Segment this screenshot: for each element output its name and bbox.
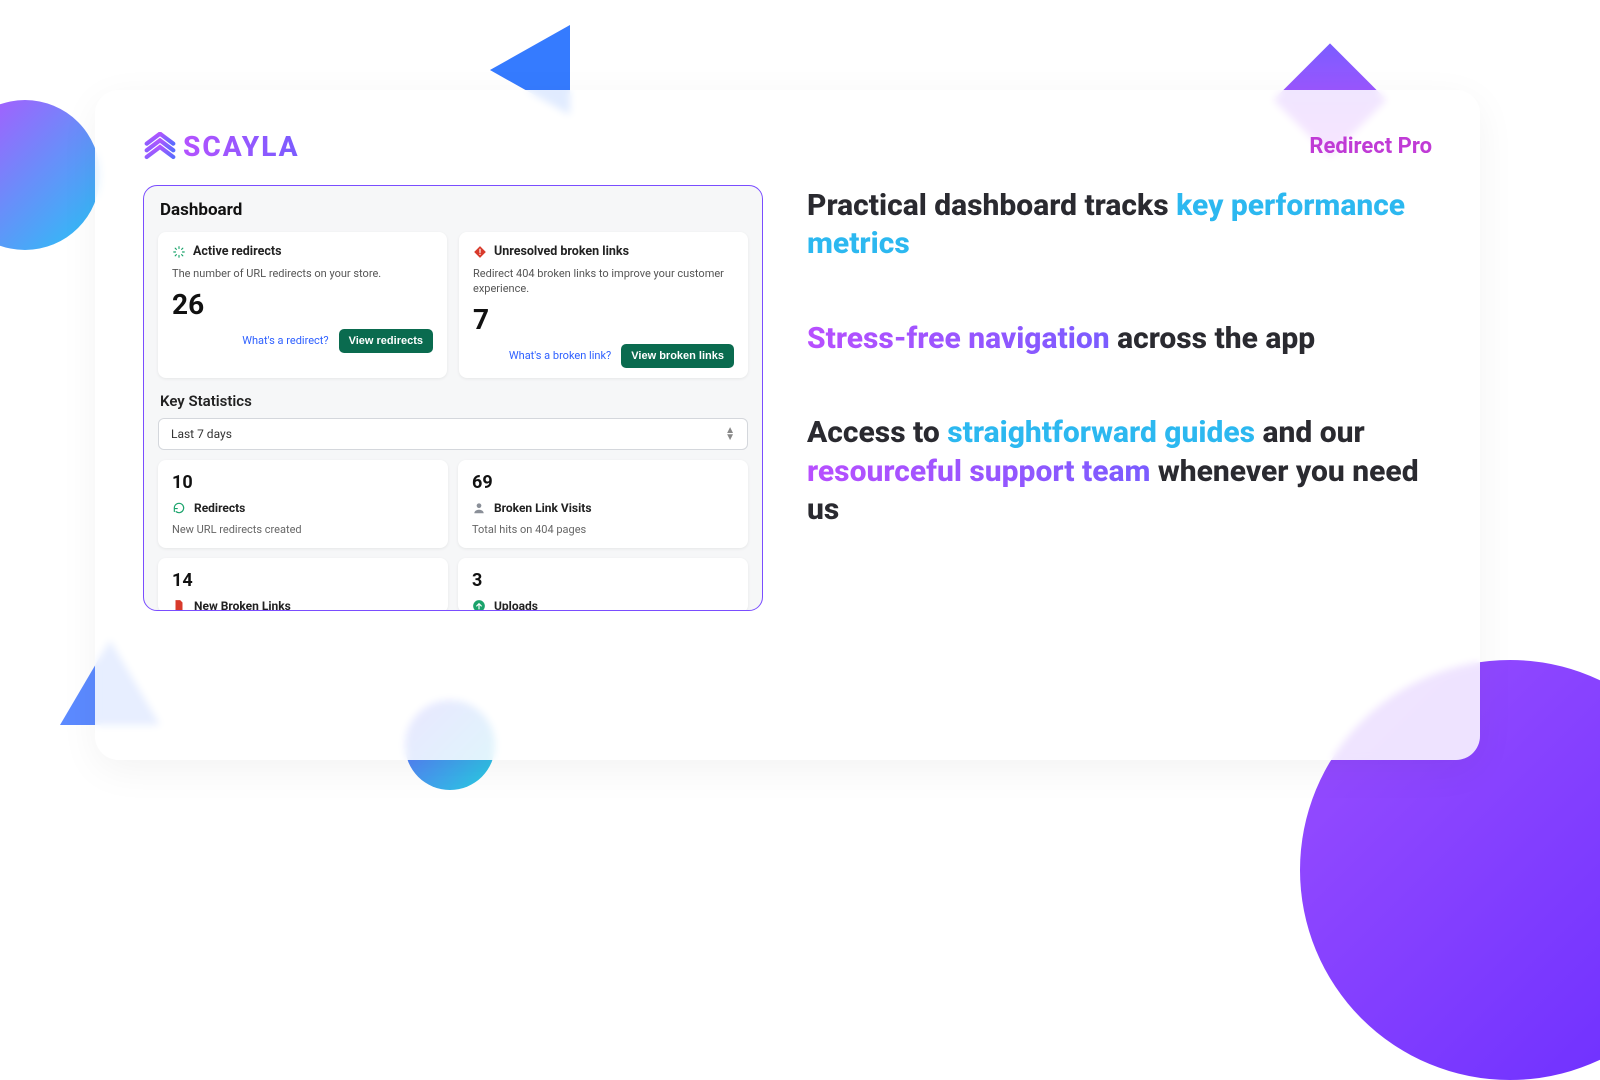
stat-card-broken-visits: 69 Broken Link Visits Total hits on 404 … xyxy=(458,460,748,548)
copy-highlight: resourceful support team xyxy=(807,454,1150,489)
view-broken-links-button[interactable]: View broken links xyxy=(621,344,734,368)
stat-sub: Total hits on 404 pages xyxy=(472,523,734,536)
stat-label: New Broken Links xyxy=(194,599,291,611)
view-redirects-button[interactable]: View redirects xyxy=(339,329,433,353)
upload-icon xyxy=(472,599,486,611)
dashboard-title: Dashboard xyxy=(160,200,748,220)
stat-value: 3 xyxy=(472,570,734,591)
copy-line-1: Practical dashboard tracks key performan… xyxy=(807,187,1432,264)
card-title: Active redirects xyxy=(193,244,282,259)
copy-column: Practical dashboard tracks key performan… xyxy=(807,185,1432,611)
brand-name: SCAYLA xyxy=(183,130,300,163)
copy-text: Access to xyxy=(807,415,947,450)
card-broken-links: Unresolved broken links Redirect 404 bro… xyxy=(459,232,748,378)
dashboard-preview: Dashboard Active redirects The number of xyxy=(143,185,763,611)
copy-text: Practical dashboard tracks xyxy=(807,188,1176,223)
file-icon xyxy=(172,599,186,611)
main-panel: SCAYLA Redirect Pro Dashboard xyxy=(95,90,1480,760)
brand-logo: SCAYLA xyxy=(143,130,300,163)
refresh-icon xyxy=(172,501,186,515)
date-range-selector[interactable]: Last 7 days ▲▼ xyxy=(158,418,748,450)
copy-line-2: Stress-free navigation across the app xyxy=(807,320,1432,358)
content-row: Dashboard Active redirects The number of xyxy=(143,185,1432,611)
stat-value: 10 xyxy=(172,472,434,493)
copy-text: across the app xyxy=(1110,321,1316,356)
stat-label: Redirects xyxy=(194,501,245,515)
card-desc: The number of URL redirects on your stor… xyxy=(172,267,433,282)
copy-highlight: Stress-free navigation xyxy=(807,321,1110,356)
card-title: Unresolved broken links xyxy=(494,244,629,259)
stat-grid: 10 Redirects New URL redirects created 6… xyxy=(158,460,748,611)
stat-label: Broken Link Visits xyxy=(494,501,592,515)
card-desc: Redirect 404 broken links to improve you… xyxy=(473,267,734,297)
stat-sub: New URL redirects created xyxy=(172,523,434,536)
stat-value: 14 xyxy=(172,570,434,591)
stat-label: Uploads xyxy=(494,599,538,611)
warning-icon xyxy=(473,245,487,259)
user-icon xyxy=(472,501,486,515)
stat-card-redirects: 10 Redirects New URL redirects created xyxy=(158,460,448,548)
card-value: 26 xyxy=(172,288,433,321)
product-name: Redirect Pro xyxy=(1309,134,1432,159)
stat-card-uploads: 3 Uploads xyxy=(458,558,748,611)
summary-cards-row: Active redirects The number of URL redir… xyxy=(158,232,748,378)
key-statistics-title: Key Statistics xyxy=(160,392,748,410)
decoration-circle-left xyxy=(0,100,100,250)
stat-card-new-broken: 14 New Broken Links xyxy=(158,558,448,611)
redirect-icon xyxy=(172,245,186,259)
stat-value: 69 xyxy=(472,472,734,493)
card-value: 7 xyxy=(473,303,734,336)
card-active-redirects: Active redirects The number of URL redir… xyxy=(158,232,447,378)
stepper-icon: ▲▼ xyxy=(725,427,735,441)
help-link-broken[interactable]: What's a broken link? xyxy=(509,349,611,362)
copy-line-3: Access to straightforward guides and our… xyxy=(807,414,1432,529)
copy-text: and our xyxy=(1255,415,1365,450)
header: SCAYLA Redirect Pro xyxy=(143,130,1432,163)
date-range-value: Last 7 days xyxy=(171,427,232,441)
help-link-redirect[interactable]: What's a redirect? xyxy=(242,334,328,347)
copy-highlight: straightforward guides xyxy=(947,415,1255,450)
brand-logo-icon xyxy=(143,132,177,162)
